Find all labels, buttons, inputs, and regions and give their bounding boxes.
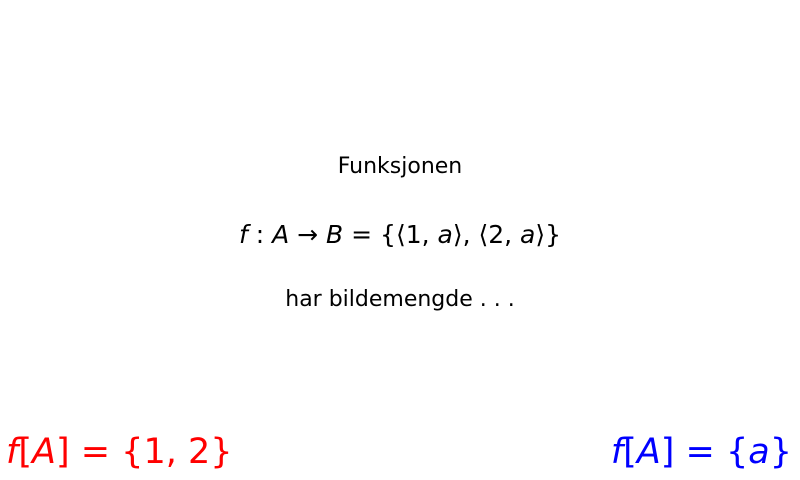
codomain-symbol: B — [326, 220, 344, 249]
function-definition: f : A → B = {⟨1, a⟩, ⟨2, a⟩} — [0, 220, 800, 249]
answer-option-2[interactable]: f[A] = {a} — [611, 432, 792, 472]
element-a: a — [437, 220, 453, 249]
function-symbol: f — [238, 220, 248, 249]
set-symbol: A — [31, 432, 56, 472]
bracket: [ — [18, 432, 32, 472]
pair-part: {⟨1, — [380, 220, 438, 249]
followup-text: har bildemengde . . . — [285, 287, 515, 312]
equals-sign: = — [343, 220, 381, 249]
answer-option-1[interactable]: f[A] = {1, 2} — [6, 432, 233, 472]
function-symbol: f — [610, 432, 624, 472]
answer-rhs-close: } — [769, 432, 792, 472]
pair-part: ⟩, ⟨2, — [452, 220, 521, 249]
function-symbol: f — [6, 432, 19, 472]
arrow: → — [289, 220, 327, 249]
domain-symbol: A — [272, 220, 290, 249]
answer-rhs: ] = {1, 2} — [55, 432, 233, 472]
element-a: a — [748, 432, 770, 472]
bracket: [ — [623, 432, 637, 472]
pair-part: ⟩} — [535, 220, 562, 249]
element-a: a — [520, 220, 536, 249]
intro-text: Funksjonen — [337, 154, 463, 179]
set-symbol: A — [636, 432, 661, 472]
answer-rhs: ] = { — [660, 432, 749, 472]
colon: : — [247, 220, 273, 249]
